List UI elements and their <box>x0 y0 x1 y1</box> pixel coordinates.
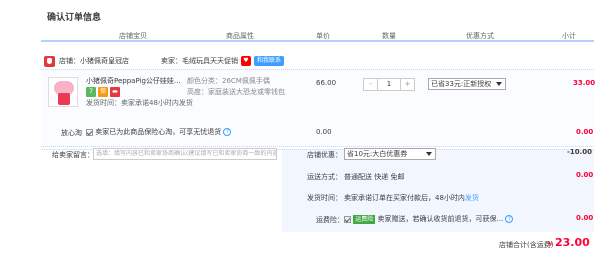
col-quantity: 数量 <box>382 32 396 40</box>
peace-price: 0.00 <box>316 128 332 136</box>
product-attributes: 颜色分类：26CM佩佩手偶 高度：家庭装送大恐龙或零钱包 <box>187 76 297 98</box>
column-header: 店铺宝贝 商品属性 单价 数量 优惠方式 小计 <box>41 28 594 42</box>
col-price: 单价 <box>316 32 330 40</box>
delivery-value: 卖家承诺订单在买家付款后，48小时内发货 <box>344 193 479 203</box>
peace-option: 卖家已为此商品保险心淘，可享无忧退货 ? <box>86 127 232 137</box>
insurance-text: 卖家赠送，若确认收货前退货，可获保... <box>377 215 504 223</box>
shop-row: 店铺： 小猪佩奇皇冠店 卖家： 毛绒玩具天天促销 ♥ 和我联系 <box>41 54 285 68</box>
guarantee-icon: 保 <box>98 87 108 97</box>
insurance-label: 运费险： <box>316 216 344 224</box>
item-subtotal: 33.00 <box>573 79 596 87</box>
peace-text: 卖家已为此商品保险心淘，可享无忧退货 <box>95 128 222 136</box>
help-icon[interactable]: ? <box>223 128 232 136</box>
seven-day-return-icon: 7 <box>86 87 96 97</box>
qty-plus-button[interactable]: + <box>401 79 414 90</box>
delivery-link[interactable]: 发货 <box>465 194 479 202</box>
product-name-link[interactable]: 小猪佩奇PeppaPig公仔娃娃玩偶... <box>86 76 182 86</box>
currency-symbol: ¥ <box>548 240 553 248</box>
insurance-checkbox[interactable] <box>344 215 351 223</box>
service-icons: 7 保 ▬ <box>86 87 120 97</box>
attr-height: 高度：家庭装送大恐龙或零钱包 <box>187 88 285 96</box>
shop-label: 店铺： <box>59 57 80 65</box>
insurance-amount: 0.00 <box>576 214 594 222</box>
message-label: 给卖家留言： <box>52 151 94 159</box>
col-attributes: 商品属性 <box>226 32 254 40</box>
shop-total-value: 23.00 <box>555 236 590 249</box>
insurance-badge: 运费险 <box>353 214 376 224</box>
shipping-value: 普通配送 快递 免邮 <box>344 173 405 181</box>
page-title: 确认订单信息 <box>47 13 102 23</box>
shipping-label: 运送方式： <box>307 173 342 181</box>
peace-subtotal: 0.00 <box>576 128 594 136</box>
shop-name-link[interactable]: 小猪佩奇皇冠店 <box>80 56 129 66</box>
ship-note: 发货时间：卖家承诺48小时内发货 <box>86 99 193 107</box>
seller-badge-icon: ♥ <box>241 56 251 66</box>
help-icon[interactable]: ? <box>505 215 514 223</box>
insurance-option: 运费险 卖家赠送，若确认收货前退货，可获保... ? <box>344 214 514 224</box>
unit-price: 66.00 <box>316 79 337 87</box>
discount-select[interactable]: 已省33元:正新授权 <box>428 78 506 90</box>
col-subtotal: 小计 <box>562 32 576 40</box>
delivery-text: 卖家承诺订单在买家付款后，48小时内 <box>344 194 465 202</box>
qty-minus-button[interactable]: - <box>364 79 377 90</box>
product-thumbnail[interactable] <box>48 77 78 107</box>
shop-total-label: 店铺合计(含运费) <box>499 241 554 249</box>
qty-input[interactable]: 1 <box>377 79 401 90</box>
attr-color: 颜色分类：26CM佩佩手偶 <box>187 77 270 85</box>
shop-coupon-label: 店铺优惠： <box>307 151 342 159</box>
delivery-label: 发货时间： <box>307 194 342 202</box>
shipping-amount: 0.00 <box>576 171 594 179</box>
seller-message-input[interactable]: 选填：填写内容已和卖家协商确认(建议填写已和卖家协商一致的内容) <box>93 148 277 160</box>
peace-checkbox[interactable] <box>86 128 93 136</box>
quantity-stepper: - 1 + <box>363 78 415 91</box>
shop-icon <box>44 55 55 67</box>
peppa-dress-shape <box>58 93 70 105</box>
shop-coupon-select[interactable]: 省10元:大白优惠券 <box>344 148 436 160</box>
seller-label: 卖家： <box>161 57 182 65</box>
col-items: 店铺宝贝 <box>119 32 147 40</box>
seller-name-link[interactable]: 毛绒玩具天天促销 <box>182 56 238 66</box>
contact-seller-button[interactable]: 和我联系 <box>254 56 285 66</box>
col-discount: 优惠方式 <box>466 32 494 40</box>
credit-card-icon: ▬ <box>110 87 120 97</box>
peace-label: 放心淘 <box>61 129 82 137</box>
shop-coupon-amount: -10.00 <box>567 148 593 156</box>
